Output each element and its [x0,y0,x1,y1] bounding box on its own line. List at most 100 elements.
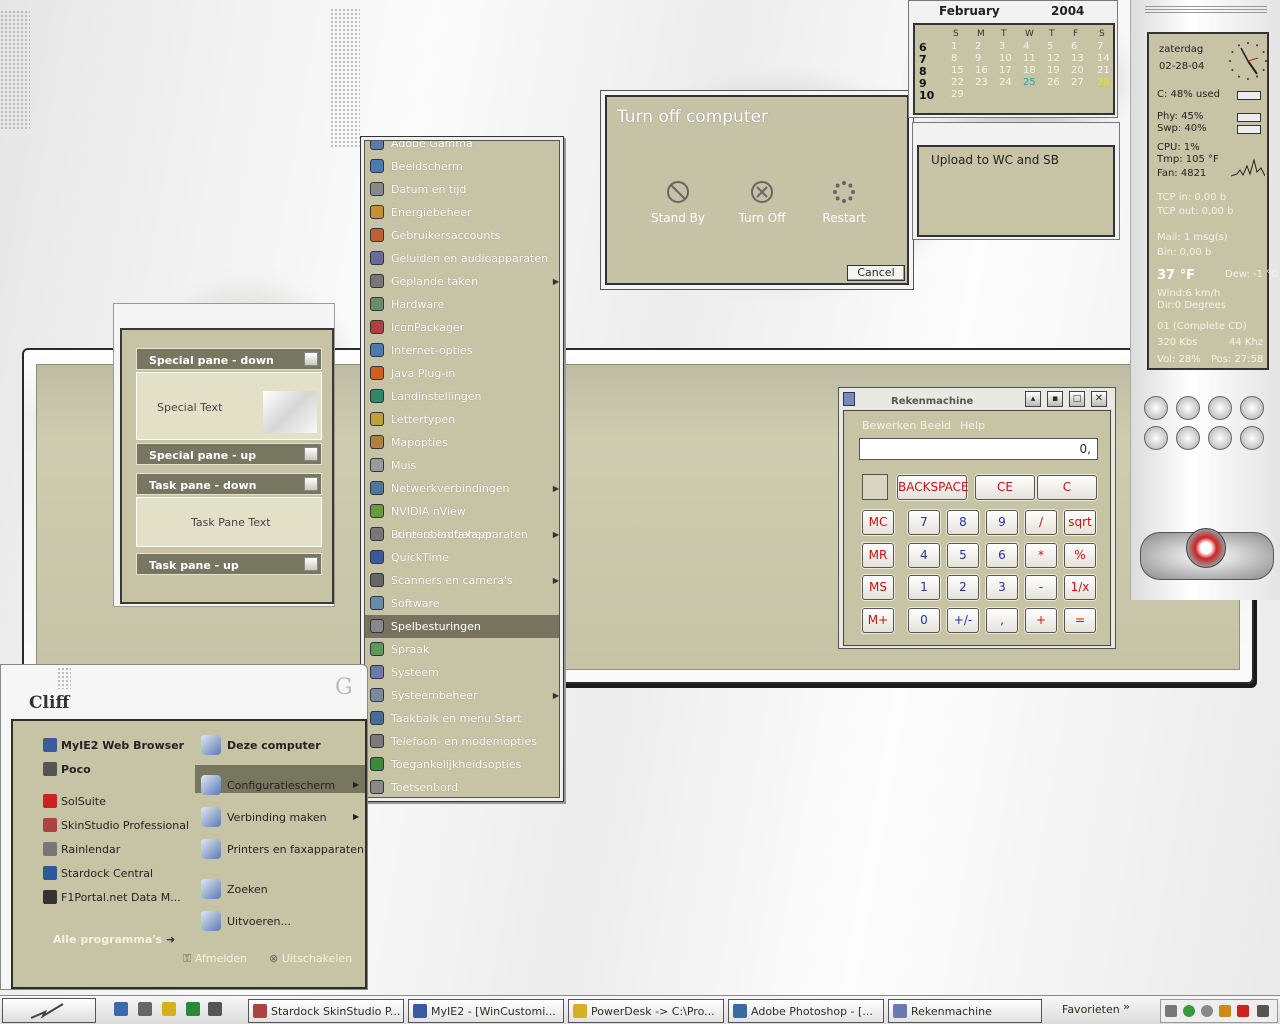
calculator-key[interactable]: 1 [908,575,940,600]
calendar-day[interactable]: 28 [1097,77,1110,88]
app-button-2[interactable] [1176,396,1200,420]
calendar-day[interactable]: 16 [975,65,988,76]
menu-item[interactable]: Netwerkverbindingen ▶ [365,477,559,500]
calculator-key[interactable]: / [1025,510,1057,535]
start-button[interactable] [2,998,96,1023]
restart-button[interactable]: Restart [809,177,879,237]
calculator-key[interactable]: sqrt [1064,510,1096,535]
standby-button[interactable]: Stand By [643,177,713,237]
calendar-day[interactable]: 14 [1097,53,1110,64]
calendar-day[interactable]: 22 [951,77,964,88]
menu-item[interactable]: Toegankelijkheidsopties [365,753,559,776]
menu-item[interactable]: Java Plug-in [365,362,559,385]
calculator-key[interactable]: % [1064,543,1096,568]
menu-item[interactable]: Hardware [365,293,559,316]
calculator-key[interactable]: + [1025,608,1057,633]
close-button[interactable]: ✕ [1091,391,1107,407]
expand-button[interactable] [304,557,318,571]
taskbar-window-button[interactable]: Stardock SkinStudio P... [248,999,404,1023]
start-menu-program[interactable]: Rainlendar [61,843,120,856]
menu-item[interactable]: Systeembeheer ▶ [365,684,559,707]
app-button-4[interactable] [1240,396,1264,420]
app-button-3[interactable] [1208,396,1232,420]
calendar-day[interactable]: 3 [999,41,1005,52]
app-button-6[interactable] [1176,426,1200,450]
calculator-key[interactable]: 0 [908,608,940,633]
tray-volume-icon[interactable] [1257,1005,1269,1017]
all-programs-button[interactable]: Alle programma's ➜ [53,933,175,946]
memory-button[interactable]: MR [862,543,894,568]
turn-off-button[interactable]: Turn Off [727,177,797,237]
menu-item[interactable]: Spraak [365,638,559,661]
memory-button[interactable]: M+ [862,608,894,633]
menu-item[interactable]: Systeem [365,661,559,684]
calculator-key[interactable]: , [986,608,1018,633]
quicklaunch-paint-icon[interactable] [162,1002,176,1016]
cancel-button[interactable]: Cancel [847,265,905,281]
calendar-day[interactable]: 20 [1071,65,1084,76]
taskbar-window-button[interactable]: MyIE2 - [WinCustomi... [408,999,564,1023]
menu-item[interactable]: Landinstellingen [365,385,559,408]
minimize-button[interactable]: ▴ [1025,391,1041,407]
chevron-icon[interactable]: » [1123,1000,1130,1013]
start-menu-place[interactable]: Printers en faxapparaten [227,843,364,856]
start-menu-place[interactable]: Uitvoeren... [227,915,291,928]
menu-item[interactable]: Beeldscherm [365,155,559,178]
restore-button[interactable]: ▪ [1047,391,1063,407]
start-menu-place[interactable]: Verbinding maken [227,811,327,824]
quicklaunch-ie-icon[interactable] [114,1002,128,1016]
calendar-day[interactable]: 13 [1071,53,1084,64]
tray-network-icon[interactable] [1165,1005,1177,1017]
calendar-day[interactable]: 24 [999,77,1012,88]
menu-item[interactable]: Muis [365,454,559,477]
start-menu-place[interactable]: Zoeken [227,883,268,896]
task-pane-down-header[interactable]: Task pane - down [136,473,322,495]
start-menu-program[interactable]: MyIE2 Web Browser [61,739,184,752]
calculator-key[interactable]: +/- [947,608,979,633]
app-button-1[interactable] [1144,396,1168,420]
calculator-key[interactable]: - [1025,575,1057,600]
start-menu-program[interactable]: SolSuite [61,795,106,808]
play-button[interactable] [1186,528,1226,568]
ce-button[interactable]: CE [975,475,1035,500]
taskbar-window-button[interactable]: Adobe Photoshop - [... [728,999,884,1023]
calendar-day[interactable]: 11 [1023,53,1036,64]
quicklaunch-excel-icon[interactable] [186,1002,200,1016]
calendar-day[interactable]: 12 [1047,53,1060,64]
special-pane-up-header[interactable]: Special pane - up [136,443,322,465]
calendar-day[interactable]: 17 [999,65,1012,76]
calendar-day[interactable]: 10 [999,53,1012,64]
calculator-key[interactable]: 5 [947,543,979,568]
tray-monitor-icon[interactable] [1201,1005,1213,1017]
menu-item[interactable]: Telefoon- en modemopties [365,730,559,753]
backspace-button[interactable]: BACKSPACE [897,475,969,500]
menu-bewerken[interactable]: Bewerken [862,419,916,432]
menu-item[interactable]: Toetsenbord [365,776,559,797]
calendar-day[interactable]: 21 [1097,65,1110,76]
memory-button[interactable]: MS [862,575,894,600]
calendar-day[interactable]: 9 [975,53,981,64]
memory-button[interactable]: MC [862,510,894,535]
menu-item[interactable]: Energiebeheer [365,201,559,224]
taskbar-window-button[interactable]: PowerDesk -> C:\Pro... [568,999,724,1023]
menu-item[interactable]: Datum en tijd [365,178,559,201]
menu-item[interactable]: Gebruikersaccounts [365,224,559,247]
calculator-key[interactable]: 3 [986,575,1018,600]
menu-item[interactable]: Spelbesturingen [365,615,559,638]
menu-item[interactable]: IconPackager [365,316,559,339]
expand-button[interactable] [304,447,318,461]
calculator-key[interactable]: 8 [947,510,979,535]
start-menu-program[interactable]: Poco [61,763,91,776]
menu-item[interactable]: Scanners en camera's ▶ [365,569,559,592]
calculator-key[interactable]: 6 [986,543,1018,568]
favorites-toolbar[interactable]: Favorieten » [1062,1000,1130,1016]
calendar-day[interactable]: 8 [951,53,957,64]
menu-item[interactable]: NVIDIA nView Bureaubladbeheer [365,500,559,541]
calculator-key[interactable]: 4 [908,543,940,568]
taskbar-window-button[interactable]: Rekenmachine [888,999,1042,1023]
menu-item[interactable]: QuickTime [365,546,559,569]
shutdown-button[interactable]: ⊗ Uitschakelen [269,952,352,965]
menu-item[interactable]: Geluiden en audioapparaten [365,247,559,270]
menu-item[interactable]: Printers en faxapparaten ▶ [365,523,559,546]
menu-item[interactable]: Lettertypen [365,408,559,431]
